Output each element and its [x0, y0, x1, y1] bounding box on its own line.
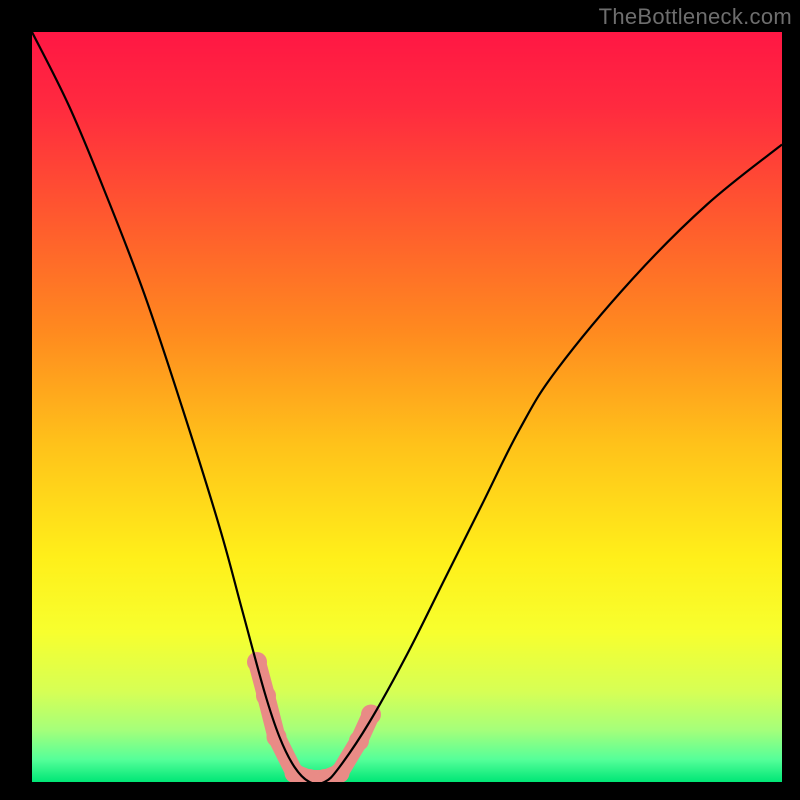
chart-frame: TheBottleneck.com [0, 0, 800, 800]
gradient-background [32, 32, 782, 782]
bottleneck-chart [0, 0, 800, 800]
watermark-text: TheBottleneck.com [599, 4, 792, 30]
